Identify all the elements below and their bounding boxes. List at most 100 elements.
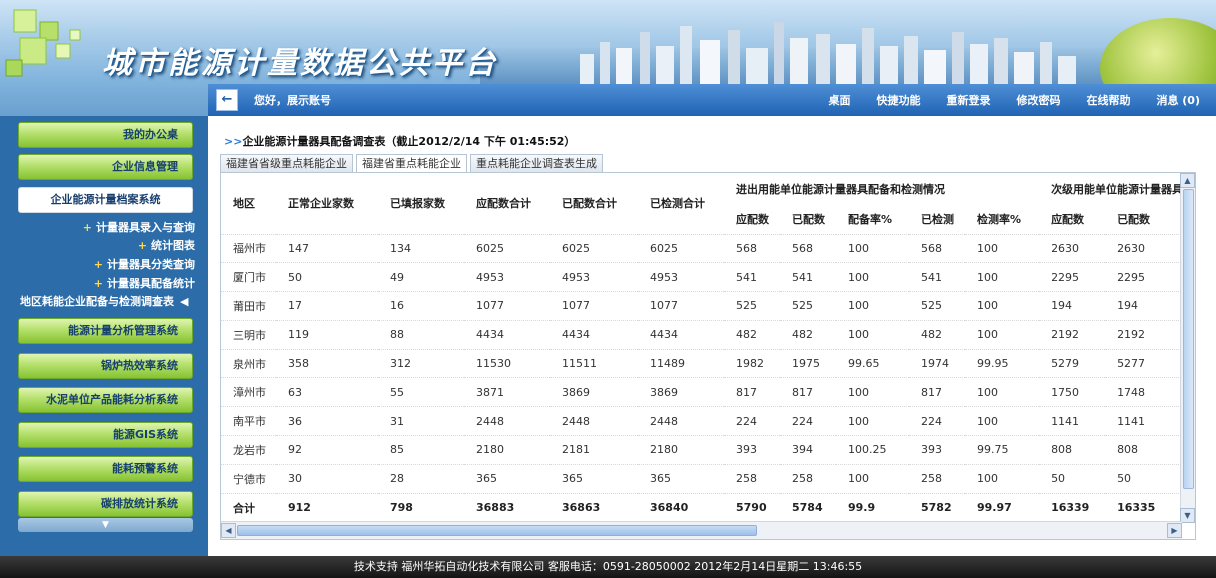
table-cell: 宁德市 [221, 463, 276, 494]
nav-change-password-link[interactable]: 修改密码 [1016, 92, 1060, 108]
nav-messages-link[interactable]: 消息 (0) [1156, 92, 1200, 108]
table-cell: 2295 [1105, 262, 1182, 292]
app-window: 城市能源计量数据公共平台 ← 您好，展示账号 桌面 快捷功能 重新登录 修改密码… [0, 0, 1216, 578]
table-cell: 100 [836, 377, 909, 407]
table-cell: 6025 [464, 233, 550, 263]
double-arrow-icon: >> [224, 135, 243, 148]
sidebar-subitem-equipment-stats[interactable]: + 计量器具配备统计 [0, 276, 208, 292]
table-cell: 134 [378, 233, 464, 263]
sidebar-item-energy-warning[interactable]: 能耗预警系统 [18, 456, 193, 482]
table-cell: 100 [965, 463, 1040, 494]
table-row: 合计 912 798 36883 36863 36840 5790 5784 99.9 5782 9… [221, 492, 1182, 522]
nav-shortcuts-link[interactable]: 快捷功能 [876, 92, 920, 108]
table-cell: 100 [836, 262, 909, 292]
nav-relogin-link[interactable]: 重新登录 [946, 92, 990, 108]
sidebar-item-energy-gis[interactable]: 能源GIS系统 [18, 422, 193, 448]
group-header-inout: 进出用能单位能源计量器具配备和检测情况 [736, 182, 945, 196]
table-cell: 南平市 [221, 406, 276, 436]
table-cell: 224 [724, 406, 780, 436]
sidebar-item-carbon-stats[interactable]: 碳排放统计系统 [18, 491, 193, 517]
scroll-up-icon[interactable]: ▲ [1180, 173, 1195, 188]
table-cell: 393 [909, 435, 965, 465]
table-cell: 817 [724, 377, 780, 407]
sub-header-equipped-2: 已配数 [1117, 212, 1151, 226]
sidebar-subitem-stat-charts[interactable]: + 统计图表 [0, 238, 208, 254]
table-cell: 3869 [638, 377, 724, 407]
vertical-scrollbar[interactable]: ▲ ▼ [1180, 173, 1195, 523]
nav-online-help-link[interactable]: 在线帮助 [1086, 92, 1130, 108]
sidebar-item-boiler-efficiency[interactable]: 锅炉热效率系统 [18, 353, 193, 379]
table-body: 福州市 147 134 6025 6025 6025 568 568 100 568 100 2630… [221, 233, 1182, 522]
table-cell: 1141 [1039, 406, 1106, 436]
table-cell: 1982 [724, 348, 780, 378]
col-header-equipped-total: 已配数合计 [562, 197, 617, 211]
table-cell: 2295 [1039, 262, 1106, 292]
footer: 技术支持 福州华拓自动化技术有限公司 客服电话：0591-28050002 20… [0, 556, 1216, 578]
sidebar-subitem-category-query[interactable]: + 计量器具分类查询 [0, 257, 208, 273]
table-cell: 99.97 [965, 492, 1040, 522]
table-cell: 568 [780, 233, 836, 263]
table-cell: 85 [378, 435, 464, 465]
sidebar-subitem-region-survey[interactable]: 地区耗能企业配备与检测调查表 ◀ [0, 294, 208, 310]
scroll-left-icon[interactable]: ◀ [221, 523, 236, 538]
table-cell: 798 [378, 492, 464, 522]
table-cell: 1141 [1105, 406, 1182, 436]
table-cell: 2448 [638, 406, 724, 436]
table-row: 南平市 36 31 2448 2448 2448 224 224 100 224 100 1141 11… [221, 406, 1182, 436]
table-cell: 365 [638, 463, 724, 494]
table-cell: 365 [550, 463, 638, 494]
table-cell: 2192 [1105, 319, 1182, 350]
sidebar-item-enterprise-info[interactable]: 企业信息管理 [18, 154, 193, 180]
table-cell: 1975 [780, 348, 836, 378]
table-cell: 2180 [638, 435, 724, 465]
table-cell: 合计 [221, 492, 276, 522]
table-cell: 99.75 [965, 435, 1040, 465]
table-cell: 541 [909, 262, 965, 292]
table-cell: 5279 [1039, 348, 1106, 378]
sidebar-subitem-instrument-entry[interactable]: + 计量器具录入与查询 [0, 220, 208, 236]
table-cell: 三明市 [221, 319, 276, 350]
table-cell: 224 [780, 406, 836, 436]
sidebar: 我的办公桌 企业信息管理 企业能源计量档案系统 + 计量器具录入与查询 + 统计图表… [0, 116, 208, 556]
tab-key-enterprises[interactable]: 福建省重点耗能企业 [356, 154, 467, 173]
back-arrow-icon[interactable]: ← [216, 89, 238, 111]
tab-provincial-key[interactable]: 福建省省级重点耗能企业 [220, 154, 353, 172]
horizontal-scroll-thumb[interactable] [237, 525, 757, 536]
sidebar-item-analysis-management[interactable]: 能源计量分析管理系统 [18, 318, 193, 344]
table-cell: 漳州市 [221, 377, 276, 407]
table-cell: 100 [965, 406, 1040, 436]
scroll-right-icon[interactable]: ▶ [1167, 523, 1182, 538]
table-cell: 5277 [1105, 348, 1182, 378]
col-header-normal-count: 正常企业家数 [288, 197, 354, 211]
plus-icon: + [93, 258, 103, 271]
table-cell: 4953 [638, 262, 724, 292]
tab-survey-generate[interactable]: 重点耗能企业调查表生成 [470, 154, 603, 172]
table-cell: 88 [378, 319, 464, 350]
table-cell: 1748 [1105, 377, 1182, 407]
plus-icon: + [93, 277, 103, 290]
table-cell: 36863 [550, 492, 638, 522]
table-cell: 817 [909, 377, 965, 407]
table-cell: 100 [965, 262, 1040, 292]
table-cell: 50 [1105, 463, 1182, 494]
table-cell: 541 [724, 262, 780, 292]
table-cell: 2630 [1039, 233, 1106, 263]
sidebar-collapse-button[interactable]: ▼ [18, 518, 193, 532]
scroll-down-icon[interactable]: ▼ [1180, 508, 1195, 523]
vertical-scroll-thumb[interactable] [1183, 189, 1194, 489]
survey-table: 地区 正常企业家数 已填报家数 应配数合计 已配数合计 已检测合计 进出用能单位… [221, 173, 1182, 522]
table-cell: 119 [276, 319, 378, 350]
col-header-region: 地区 [233, 197, 255, 211]
table-cell: 568 [909, 233, 965, 263]
current-pointer-icon: ◀ [180, 295, 189, 308]
table-cell: 808 [1039, 435, 1106, 465]
sidebar-item-metering-archive[interactable]: 企业能源计量档案系统 [18, 187, 193, 213]
table-cell: 4434 [464, 319, 550, 350]
table-cell: 258 [909, 463, 965, 494]
table-cell: 100 [836, 406, 909, 436]
horizontal-scrollbar[interactable]: ◀ ▶ [221, 521, 1182, 539]
nav-desktop-link[interactable]: 桌面 [828, 92, 850, 108]
sidebar-item-my-desk[interactable]: 我的办公桌 [18, 122, 193, 148]
sidebar-item-cement-consumption[interactable]: 水泥单位产品能耗分析系统 [18, 387, 193, 413]
table-cell: 99.9 [836, 492, 909, 522]
